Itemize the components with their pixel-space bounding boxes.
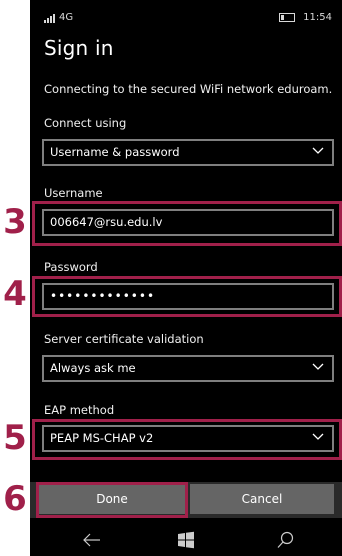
network-type: 4G	[59, 12, 74, 23]
status-bar: 4G 11:54	[30, 0, 342, 40]
windows-logo-icon[interactable]	[176, 530, 196, 550]
server-cert-label: Server certificate validation	[44, 332, 204, 346]
info-text: Connecting to the secured WiFi network e…	[44, 82, 333, 96]
connect-using-value: Username & password	[50, 145, 180, 159]
step-number-3: 3	[3, 202, 27, 242]
search-icon[interactable]	[276, 530, 296, 550]
clock: 11:54	[303, 12, 332, 23]
server-cert-value: Always ask me	[50, 361, 136, 375]
chevron-down-icon	[312, 363, 324, 370]
step-number-5: 5	[3, 418, 27, 458]
eap-method-highlight	[32, 419, 342, 460]
password-label: Password	[44, 260, 98, 274]
done-highlight	[36, 482, 188, 518]
connect-using-label: Connect using	[44, 116, 127, 130]
connect-using-select[interactable]: Username & password	[42, 139, 334, 166]
username-highlight	[32, 201, 342, 246]
chevron-down-icon	[312, 147, 324, 154]
username-label: Username	[44, 186, 103, 200]
step-number-6: 6	[3, 479, 27, 519]
battery-icon	[279, 13, 296, 22]
step-number-4: 4	[3, 274, 27, 314]
signal-icon	[44, 14, 55, 23]
navigation-bar	[30, 522, 342, 556]
eap-method-label: EAP method	[44, 403, 115, 417]
back-arrow-icon[interactable]	[82, 530, 102, 550]
password-highlight	[32, 276, 342, 317]
server-cert-select[interactable]: Always ask me	[42, 355, 334, 382]
page-title: Sign in	[44, 36, 114, 60]
cancel-button[interactable]: Cancel	[190, 484, 334, 514]
